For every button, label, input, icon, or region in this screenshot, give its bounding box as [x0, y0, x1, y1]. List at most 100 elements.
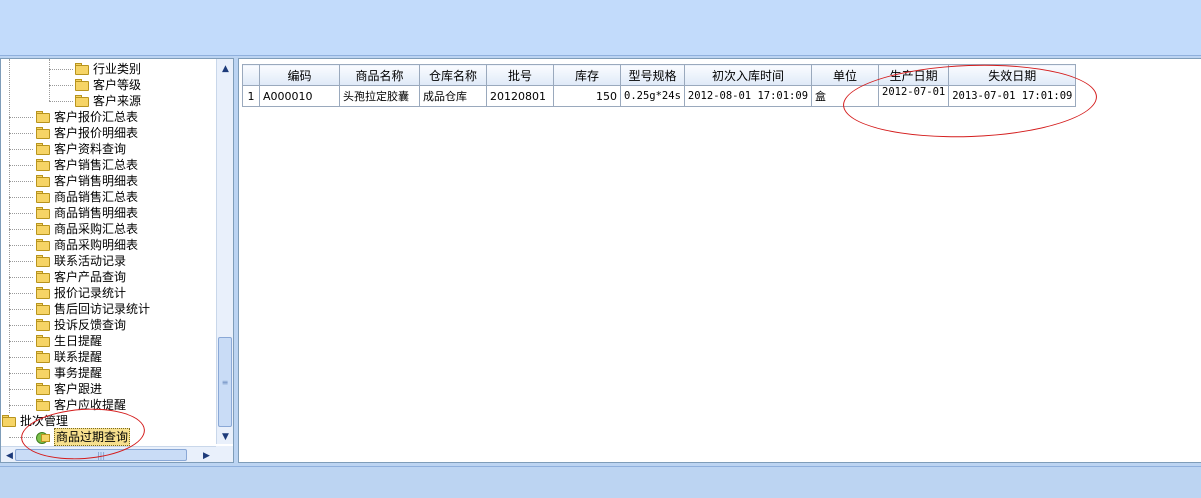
- tree-item-label: 联系提醒: [54, 350, 103, 364]
- scroll-down-arrow-icon[interactable]: ▼: [217, 428, 233, 445]
- tree-item-label: 售后回访记录统计: [54, 302, 151, 316]
- tree-connector: [9, 293, 33, 294]
- column-header[interactable]: 商品名称: [339, 64, 420, 86]
- tree-item[interactable]: 客户报价明细表: [35, 125, 138, 141]
- tree-connector: [9, 133, 33, 134]
- tree-item[interactable]: 客户应收提醒: [35, 397, 126, 413]
- tree-trunk-line: [9, 59, 10, 413]
- tree-item[interactable]: 批次管理: [1, 413, 68, 429]
- table-row[interactable]: 1 A000010 头孢拉定胶囊 成品仓库 20120801 150 0.25g…: [242, 85, 1077, 107]
- folder-icon: [35, 335, 51, 347]
- tree-item[interactable]: 客户销售明细表: [35, 173, 138, 189]
- column-header[interactable]: 失效日期: [948, 64, 1077, 86]
- tree-horizontal-scrollbar[interactable]: ◀ ||| ▶: [1, 446, 216, 462]
- expiry-query-table: 编码 商品名称 仓库名称 批号 库存 型号规格 初次入库时间 单位 生产日期 失…: [242, 64, 1077, 107]
- tree-item-label: 事务提醒: [54, 366, 103, 380]
- tree-connector: [9, 405, 33, 406]
- tree-item[interactable]: 客户跟进: [35, 381, 102, 397]
- tree-item[interactable]: 商品采购明细表: [35, 237, 138, 253]
- vertical-scroll-thumb[interactable]: ≡: [218, 337, 232, 427]
- column-header[interactable]: 生产日期: [878, 64, 950, 86]
- tree-connector: [9, 437, 33, 438]
- tree-item[interactable]: 客户销售汇总表: [35, 157, 138, 173]
- tree-item-label: 行业类别: [93, 62, 142, 76]
- tree-item[interactable]: 商品过期查询: [35, 428, 131, 446]
- column-header[interactable]: 仓库名称: [419, 64, 487, 86]
- folder-icon: [35, 319, 51, 331]
- tree-item-label: 商品采购明细表: [54, 238, 139, 252]
- tree-vertical-scrollbar[interactable]: ▲ ≡ ▼: [216, 59, 233, 444]
- tree-item[interactable]: 生日提醒: [35, 333, 102, 349]
- tree-item[interactable]: 联系活动记录: [35, 253, 126, 269]
- cell-production-date[interactable]: 2012-07-01: [878, 85, 950, 107]
- tree-item[interactable]: 商品销售汇总表: [35, 189, 138, 205]
- row-indicator-header[interactable]: [242, 64, 260, 86]
- tree-connector: [49, 85, 73, 86]
- cell-expiry-date[interactable]: 2013-07-01 17:01:09: [948, 85, 1077, 107]
- tree-item[interactable]: 联系提醒: [35, 349, 102, 365]
- tree-connector: [9, 373, 33, 374]
- cell-batch-number[interactable]: 20120801: [486, 85, 554, 107]
- cell-product-name[interactable]: 头孢拉定胶囊: [339, 85, 420, 107]
- scroll-right-arrow-icon[interactable]: ▶: [198, 447, 215, 462]
- folder-icon: [35, 159, 51, 171]
- cell-warehouse[interactable]: 成品仓库: [419, 85, 487, 107]
- cell-code[interactable]: A000010: [259, 85, 340, 107]
- column-header[interactable]: 型号规格: [620, 64, 685, 86]
- status-bar: [0, 466, 1201, 498]
- column-header[interactable]: 编码: [259, 64, 340, 86]
- row-number[interactable]: 1: [242, 85, 260, 107]
- tree-item[interactable]: 商品销售明细表: [35, 205, 138, 221]
- folder-icon: [35, 127, 51, 139]
- tree-item-label: 商品销售汇总表: [54, 190, 139, 204]
- folder-icon: [74, 95, 90, 107]
- folder-icon: [35, 399, 51, 411]
- folder-icon: [35, 223, 51, 235]
- tree-item[interactable]: 客户来源: [74, 93, 141, 109]
- tree-item[interactable]: 客户资料查询: [35, 141, 126, 157]
- cell-unit[interactable]: 盒: [811, 85, 880, 107]
- folder-icon: [35, 207, 51, 219]
- tree-item-label: 联系活动记录: [54, 254, 127, 268]
- scroll-up-arrow-icon[interactable]: ▲: [217, 60, 233, 77]
- folder-icon: [1, 415, 17, 427]
- tree-connector: [9, 229, 33, 230]
- tree-item-label: 商品销售明细表: [54, 206, 139, 220]
- folder-icon: [35, 143, 51, 155]
- column-header[interactable]: 初次入库时间: [683, 64, 813, 86]
- horizontal-scroll-thumb[interactable]: |||: [15, 449, 187, 461]
- cell-first-inbound-time[interactable]: 2012-08-01 17:01:09: [683, 85, 813, 107]
- folder-icon: [35, 255, 51, 267]
- column-header[interactable]: 批号: [486, 64, 554, 86]
- folder-icon: [35, 175, 51, 187]
- tree-item[interactable]: 行业类别: [74, 61, 141, 77]
- folder-icon: [35, 287, 51, 299]
- column-header[interactable]: 单位: [811, 64, 880, 86]
- folder-icon: [35, 367, 51, 379]
- tree-item[interactable]: 投诉反馈查询: [35, 317, 126, 333]
- tree-item-label: 客户来源: [93, 94, 142, 108]
- folder-icon: [35, 351, 51, 363]
- tree-connector: [9, 389, 33, 390]
- folder-icon: [35, 303, 51, 315]
- cell-stock[interactable]: 150: [553, 85, 621, 107]
- tree-item[interactable]: 客户等级: [74, 77, 141, 93]
- cell-spec[interactable]: 0.25g*24s: [620, 85, 685, 107]
- column-header[interactable]: 库存: [553, 64, 621, 86]
- tree-connector: [49, 101, 73, 102]
- folder-icon: [35, 383, 51, 395]
- tree-item[interactable]: 商品采购汇总表: [35, 221, 138, 237]
- tree-item[interactable]: 事务提醒: [35, 365, 102, 381]
- tree-item-label: 报价记录统计: [54, 286, 127, 300]
- folder-icon: [35, 191, 51, 203]
- tree-item[interactable]: 售后回访记录统计: [35, 301, 150, 317]
- tree-item[interactable]: 报价记录统计: [35, 285, 126, 301]
- top-toolbar-area: [0, 0, 1201, 56]
- tree-item[interactable]: 客户报价汇总表: [35, 109, 138, 125]
- tree-connector: [9, 149, 33, 150]
- tree-connector: [9, 309, 33, 310]
- tree-connector: [9, 197, 33, 198]
- tree-item[interactable]: 客户产品查询: [35, 269, 126, 285]
- tree-item-label: 客户销售明细表: [54, 174, 139, 188]
- tree-item-label: 客户跟进: [54, 382, 103, 396]
